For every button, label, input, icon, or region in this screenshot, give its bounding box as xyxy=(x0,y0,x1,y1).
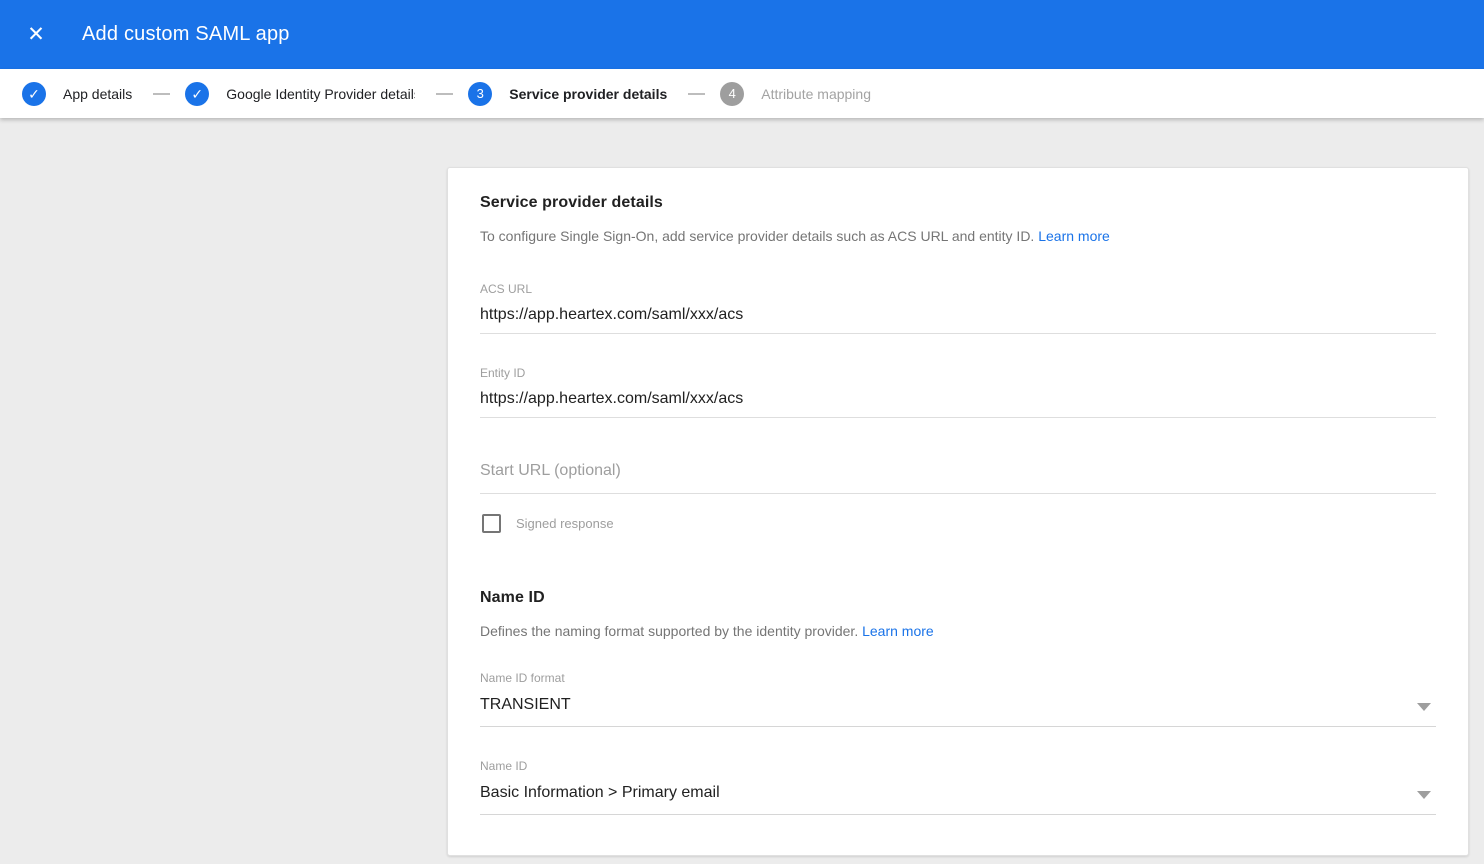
start-url-input[interactable] xyxy=(480,462,1436,494)
step-service-provider-details[interactable]: 3 Service provider details xyxy=(468,82,667,106)
name-id-format-field: Name ID format TRANSIENT xyxy=(480,671,1436,727)
name-id-select[interactable]: Basic Information > Primary email xyxy=(480,773,1436,815)
check-icon: ✓ xyxy=(28,87,40,101)
learn-more-link[interactable]: Learn more xyxy=(862,623,934,639)
name-id-format-label: Name ID format xyxy=(480,671,1436,685)
name-id-value: Basic Information > Primary email xyxy=(480,784,720,801)
service-provider-card: Service provider details To configure Si… xyxy=(447,167,1469,856)
step-number-circle: 4 xyxy=(720,82,744,106)
name-id-format-select[interactable]: TRANSIENT xyxy=(480,685,1436,727)
step-label: Service provider details xyxy=(509,86,667,102)
description-text: To configure Single Sign-On, add service… xyxy=(480,228,1034,244)
step-google-idp-details[interactable]: ✓ Google Identity Provider details xyxy=(185,82,415,106)
name-id-section: Name ID Defines the naming format suppor… xyxy=(480,589,1436,815)
name-id-field: Name ID Basic Information > Primary emai… xyxy=(480,759,1436,815)
check-icon: ✓ xyxy=(191,87,203,101)
step-separator xyxy=(153,93,170,95)
step-attribute-mapping[interactable]: 4 Attribute mapping xyxy=(720,82,871,106)
stepper: ✓ App details ✓ Google Identity Provider… xyxy=(0,69,1484,118)
learn-more-link[interactable]: Learn more xyxy=(1038,228,1110,244)
dialog-title: Add custom SAML app xyxy=(82,23,290,46)
name-id-format-value: TRANSIENT xyxy=(480,696,571,713)
signed-response-label: Signed response xyxy=(516,516,614,531)
step-completed-check-circle: ✓ xyxy=(185,82,209,106)
description-text: Defines the naming format supported by t… xyxy=(480,623,858,639)
acs-url-field: ACS URL xyxy=(480,282,1436,334)
entity-id-input[interactable] xyxy=(480,380,1436,418)
service-provider-section: Service provider details To configure Si… xyxy=(480,194,1436,533)
step-completed-check-circle: ✓ xyxy=(22,82,46,106)
step-number-circle: 3 xyxy=(468,82,492,106)
dropdown-arrow-icon xyxy=(1417,703,1431,711)
acs-url-input[interactable] xyxy=(480,296,1436,334)
step-separator xyxy=(436,93,453,95)
step-separator xyxy=(688,93,705,95)
entity-id-label: Entity ID xyxy=(480,366,1436,380)
step-number: 3 xyxy=(477,86,484,101)
step-app-details[interactable]: ✓ App details xyxy=(22,82,132,106)
step-number: 4 xyxy=(729,86,736,101)
section-description: Defines the naming format supported by t… xyxy=(480,623,1436,639)
acs-url-label: ACS URL xyxy=(480,282,1436,296)
signed-response-checkbox[interactable] xyxy=(482,514,501,533)
app-bar: ✕ Add custom SAML app xyxy=(0,0,1484,69)
section-heading: Name ID xyxy=(480,589,1436,607)
name-id-label: Name ID xyxy=(480,759,1436,773)
step-label: Attribute mapping xyxy=(761,86,871,102)
dropdown-arrow-icon xyxy=(1417,791,1431,799)
signed-response-row: Signed response xyxy=(480,514,1436,533)
start-url-field xyxy=(480,462,1436,494)
section-description: To configure Single Sign-On, add service… xyxy=(480,228,1436,244)
section-heading: Service provider details xyxy=(480,194,1436,212)
main-area: Service provider details To configure Si… xyxy=(0,118,1484,864)
close-icon[interactable]: ✕ xyxy=(24,23,48,47)
step-label: App details xyxy=(63,86,132,102)
entity-id-field: Entity ID xyxy=(480,366,1436,418)
step-label: Google Identity Provider details xyxy=(226,86,415,102)
